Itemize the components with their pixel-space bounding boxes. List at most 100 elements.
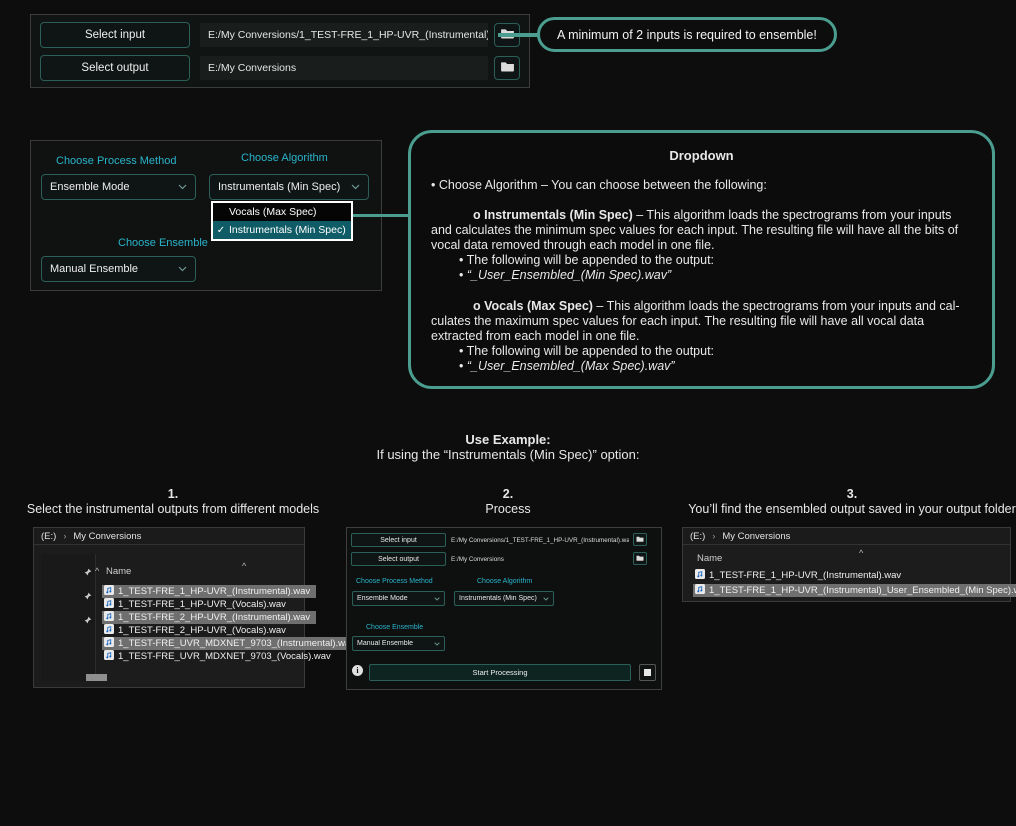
explorer-window-output: (E:) › My Conversions Name ^ 1_TEST-FRE_… <box>682 527 1011 602</box>
select-output-button[interactable]: Select output <box>40 55 190 81</box>
file-row[interactable]: 1_TEST-FRE_1_HP-UVR_(Instrumental).wav <box>693 569 907 582</box>
file-name: 1_TEST-FRE_2_HP-UVR_(Vocals).wav <box>118 625 286 636</box>
info-icon[interactable]: i <box>352 665 363 676</box>
min-spec-bullet1: • The following will be appended to the … <box>431 253 972 268</box>
name-column-header[interactable]: Name <box>106 566 131 577</box>
breadcrumb-drive[interactable]: (E:) <box>41 531 56 542</box>
output-path-field[interactable]: E:/My Conversions <box>200 56 488 80</box>
stop-button[interactable] <box>639 664 656 681</box>
chevron-down-icon <box>351 184 360 190</box>
pin-icon <box>84 592 92 603</box>
infobox-connector-line <box>352 214 409 217</box>
name-column-header[interactable]: Name <box>697 553 722 564</box>
dropdown-option-vocals-max-spec[interactable]: Vocals (Max Spec) <box>213 203 351 221</box>
step-1-heading: 1. Select the instrumental outputs from … <box>8 487 338 517</box>
process-method-value: Ensemble Mode <box>50 181 174 193</box>
min-spec-bullet2: • “_User_Ensembled_(Min Spec).wav” <box>431 268 972 283</box>
explorer-window-inputs: (E:) › My Conversions ^ Name ^ 1_TEST-FR… <box>33 527 305 688</box>
file-name: 1_TEST-FRE_UVR_MDXNET_9703_(Vocals).wav <box>118 651 331 662</box>
bullet-marker: • <box>459 268 467 282</box>
step-2-heading: 2. Process <box>343 487 673 517</box>
use-example-title: Use Example: <box>0 432 1016 447</box>
algorithm-value: Instrumentals (Min Spec) <box>459 595 540 602</box>
scrollbar-thumb[interactable] <box>86 674 107 681</box>
minimum-inputs-callout: A minimum of 2 inputs is required to ens… <box>537 17 837 52</box>
algorithm-dropdown[interactable]: Instrumentals (Min Spec) <box>209 174 369 200</box>
output-path-field[interactable]: E:/My Conversions <box>451 556 629 563</box>
file-name: 1_TEST-FRE_1_HP-UVR_(Instrumental)_User_… <box>709 585 1016 596</box>
pin-icon <box>84 616 92 627</box>
use-example-heading: Use Example: If using the “Instrumentals… <box>0 432 1016 462</box>
ensemble-dropdown[interactable]: Manual Ensemble <box>352 636 445 651</box>
check-icon: ✓ <box>213 225 229 236</box>
min-spec-filename: “_User_Ensembled_(Min Spec).wav” <box>467 268 671 282</box>
select-output-button[interactable]: Select output <box>351 552 446 566</box>
dropdown-option-instrumentals-min-spec[interactable]: ✓ Instrumentals (Min Spec) <box>213 221 351 239</box>
ensemble-value: Manual Ensemble <box>50 263 174 275</box>
step-caption: Select the instrumental outputs from dif… <box>8 502 338 517</box>
input-path-field[interactable]: E:/My Conversions/1_TEST-FRE_1_HP-UVR_(I… <box>451 537 629 544</box>
process-method-dropdown[interactable]: Ensemble Mode <box>352 591 445 606</box>
folder-icon <box>636 555 644 563</box>
algorithm-open-dropdown-list: Vocals (Max Spec) ✓ Instrumentals (Min S… <box>211 201 353 241</box>
stop-icon <box>644 669 651 676</box>
audio-file-icon <box>104 624 114 637</box>
file-name: 1_TEST-FRE_UVR_MDXNET_9703_(Instrumental… <box>118 638 355 649</box>
breadcrumb-folder[interactable]: My Conversions <box>722 531 790 542</box>
sort-caret-icon[interactable]: ^ <box>242 561 246 571</box>
breadcrumb-separator-icon: › <box>712 531 715 541</box>
info-box-intro: • Choose Algorithm – You can choose betw… <box>431 178 972 193</box>
file-row[interactable]: 1_TEST-FRE_1_HP-UVR_(Vocals).wav <box>102 598 292 611</box>
page: Select input E:/My Conversions/1_TEST-FR… <box>0 0 1016 826</box>
chevron-down-icon <box>178 266 187 272</box>
audio-file-icon <box>104 598 114 611</box>
browse-output-button[interactable] <box>633 552 647 565</box>
breadcrumb-drive[interactable]: (E:) <box>690 531 705 542</box>
process-method-dropdown[interactable]: Ensemble Mode <box>41 174 196 200</box>
ensemble-dropdown[interactable]: Manual Ensemble <box>41 256 196 282</box>
breadcrumb: (E:) › My Conversions <box>683 528 1010 545</box>
audio-file-icon <box>104 637 114 650</box>
input-path-field[interactable]: E:/My Conversions/1_TEST-FRE_1_HP-UVR_(I… <box>200 23 488 47</box>
file-row[interactable]: 1_TEST-FRE_UVR_MDXNET_9703_(Vocals).wav <box>102 650 337 663</box>
file-row[interactable]: 1_TEST-FRE_1_HP-UVR_(Instrumental)_User_… <box>693 584 1016 597</box>
chevron-down-icon <box>434 642 440 646</box>
step-number: 1. <box>8 487 338 502</box>
browse-output-button[interactable] <box>494 56 520 80</box>
nav-collapse-caret-icon[interactable]: ^ <box>95 566 99 576</box>
max-spec-bullet2: • “_User_Ensembled_(Max Spec).wav” <box>431 359 972 374</box>
max-spec-bullet1: • The following will be appended to the … <box>431 344 972 359</box>
process-method-value: Ensemble Mode <box>357 595 431 602</box>
options-panel: Choose Process Method Ensemble Mode Choo… <box>30 140 382 291</box>
folder-icon <box>636 536 644 544</box>
use-example-subtitle: If using the “Instrumentals (Min Spec)” … <box>0 447 1016 462</box>
browse-input-button[interactable] <box>633 533 647 546</box>
option-label: Vocals (Max Spec) <box>229 206 317 218</box>
algorithm-dropdown[interactable]: Instrumentals (Min Spec) <box>454 591 554 606</box>
file-row[interactable]: 1_TEST-FRE_2_HP-UVR_(Vocals).wav <box>102 624 292 637</box>
file-row[interactable]: 1_TEST-FRE_UVR_MDXNET_9703_(Instrumental… <box>102 637 361 650</box>
step-caption: You’ll find the ensembled output saved i… <box>688 502 1016 517</box>
file-name: 1_TEST-FRE_2_HP-UVR_(Instrumental).wav <box>118 612 310 623</box>
pin-icon <box>84 568 92 579</box>
step-caption: Process <box>343 502 673 517</box>
input-output-panel: Select input E:/My Conversions/1_TEST-FR… <box>30 14 530 88</box>
bullet-marker: • <box>459 359 467 373</box>
file-row[interactable]: 1_TEST-FRE_2_HP-UVR_(Instrumental).wav <box>102 611 316 624</box>
file-row[interactable]: 1_TEST-FRE_1_HP-UVR_(Instrumental).wav <box>102 585 316 598</box>
ensemble-value: Manual Ensemble <box>357 640 431 647</box>
sort-caret-icon[interactable]: ^ <box>859 548 863 558</box>
breadcrumb-folder[interactable]: My Conversions <box>73 531 141 542</box>
min-spec-lead: o Instrumentals (Min Spec) <box>473 208 633 222</box>
algorithm-label: Choose Algorithm <box>477 578 532 585</box>
dropdown-info-box: Dropdown • Choose Algorithm – You can ch… <box>408 130 995 389</box>
step-number: 2. <box>343 487 673 502</box>
select-input-button[interactable]: Select input <box>40 22 190 48</box>
select-input-button[interactable]: Select input <box>351 533 446 547</box>
folder-icon <box>500 59 515 77</box>
output-row: Select output E:/My Conversions <box>40 55 520 81</box>
min-spec-paragraph: o Instrumentals (Min Spec) – This algori… <box>431 208 972 253</box>
file-name: 1_TEST-FRE_1_HP-UVR_(Vocals).wav <box>118 599 286 610</box>
ensemble-label: Choose Ensemble <box>366 624 423 631</box>
start-processing-button[interactable]: Start Processing <box>369 664 631 681</box>
